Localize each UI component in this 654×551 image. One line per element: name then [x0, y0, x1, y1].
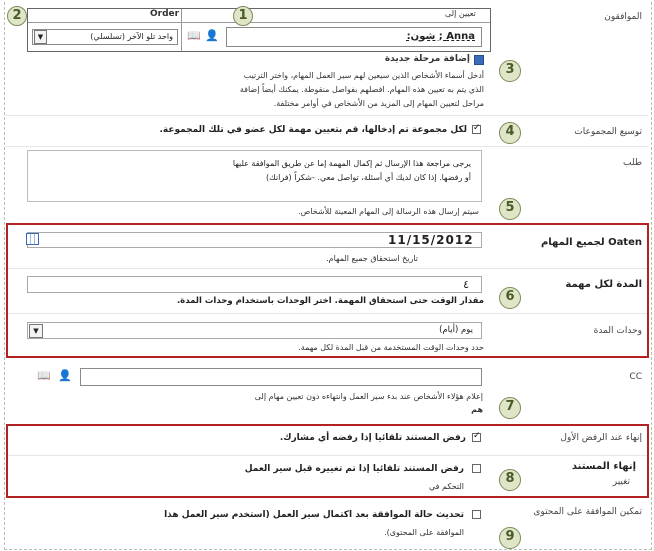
order-value: واحد تلو الآخر (تسلسلي): [90, 32, 173, 41]
duration-label: المدة لكل مهمة: [565, 279, 642, 290]
callout-4: 4: [499, 122, 521, 144]
calendar-icon[interactable]: [26, 233, 39, 245]
callout-2: 2: [7, 6, 27, 26]
end-on-change-checkbox[interactable]: [472, 464, 481, 473]
duration-hint: مقدار الوقت حتى استحقاق المهمة. اختر الو…: [176, 296, 484, 306]
content-approval-label: تمكين الموافقة على المحتوى: [533, 507, 642, 517]
duration-units-select[interactable]: يوم (أيام) ▼: [27, 322, 482, 339]
end-on-change-hint: التحكم في: [428, 482, 464, 491]
content-approval-checkbox[interactable]: [472, 510, 481, 519]
request-line: أو رفضها. إذا كان لديك أي أسئلة، تواصل م…: [266, 173, 471, 182]
order-select[interactable]: واحد تلو الآخر (تسلسلي) ▼: [32, 29, 178, 45]
check-names-icon[interactable]: 👤: [205, 29, 219, 42]
order-header: Order: [150, 9, 180, 19]
callout-6: 6: [499, 287, 521, 309]
callout-9: 9: [499, 527, 521, 549]
end-first-reject-text: رفض المستند تلقائيا إذا رفضه أي مشارك.: [279, 433, 466, 443]
request-label: طلب: [623, 158, 642, 168]
expand-groups-text: لكل مجموعة تم إدخالها، قم بتعيين مهمة لك…: [159, 125, 467, 135]
request-textarea[interactable]: يرجى مراجعة هذا الإرسال ثم إكمال المهمة …: [27, 150, 482, 202]
assignee-value: Anna ; شون:: [406, 31, 475, 42]
end-first-reject-checkbox[interactable]: [472, 431, 481, 442]
callout-5: 5: [499, 198, 521, 220]
due-date-label: Oaten لجميع المهام: [540, 237, 642, 248]
divider: [8, 313, 647, 314]
expand-groups-label: توسيع المجموعات: [574, 127, 642, 137]
callout-8: 8: [499, 469, 521, 491]
add-stage-icon[interactable]: [474, 55, 484, 65]
duration-units-value: يوم (أيام): [439, 325, 473, 335]
cc-label: CC: [629, 372, 642, 382]
end-on-change-text: رفض المستند تلقائيا إذا تم تغييره قبل سي…: [244, 464, 464, 474]
assign-to-input[interactable]: Anna ; شون:: [226, 27, 482, 47]
cc-hint-2: هم: [471, 405, 483, 414]
divider: [8, 268, 647, 269]
add-stage-link[interactable]: إضافة مرحلة جديدة: [385, 54, 470, 64]
cc-input[interactable]: [80, 368, 482, 386]
help-line: أدخل أسماء الأشخاص الذين سيعين لهم سير ا…: [243, 71, 484, 80]
end-on-change-label-1: إنهاء المستند: [571, 461, 636, 472]
duration-units-hint: حدد وحدات الوقت المستخدمة من قبل المدة ل…: [298, 343, 484, 352]
due-date-value: 11/15/2012: [388, 233, 474, 247]
content-approval-hint: الموافقة على المحتوى).: [384, 528, 464, 537]
assign-to-header: تعيين إلى: [445, 9, 476, 18]
due-date-input[interactable]: 11/15/2012: [27, 232, 482, 248]
divider: [8, 455, 647, 456]
cc-hint-1: إعلام هؤلاء الأشخاص عند بدء سير العمل وا…: [254, 392, 483, 401]
duration-units-label: وحدات المدة: [593, 326, 642, 336]
approvers-help: أدخل أسماء الأشخاص الذين سيعين لهم سير ا…: [164, 69, 484, 111]
callout-1: 1: [233, 6, 253, 26]
chevron-down-icon[interactable]: ▼: [29, 324, 43, 338]
check-names-icon[interactable]: 👤: [58, 369, 72, 382]
expand-groups-checkbox[interactable]: [472, 123, 481, 134]
content-approval-text: تحديث حالة الموافقة بعد اكتمال سير العمل…: [164, 510, 464, 520]
callout-3: 3: [499, 60, 521, 82]
duration-input[interactable]: ٤: [27, 276, 482, 293]
chevron-down-icon[interactable]: ▼: [34, 30, 47, 44]
divider: [5, 146, 649, 147]
duration-value: ٤: [463, 278, 469, 291]
address-book-icon[interactable]: 📖: [37, 369, 51, 382]
callout-7: 7: [499, 397, 521, 419]
divider: [5, 115, 649, 116]
end-on-change-label-2: تغيير: [612, 477, 630, 487]
help-line: مراحل لتعيين المهام إلى المزيد من الأشخا…: [273, 99, 484, 108]
help-line: الذي يتم به تعيين هذه المهام. افصلهم بفو…: [239, 85, 484, 94]
end-first-reject-label: إنهاء عند الرفض الأول: [560, 433, 642, 443]
approvers-label: الموافقون: [604, 12, 642, 22]
address-book-icon[interactable]: 📖: [187, 29, 201, 42]
request-hint: سيتم إرسال هذه الرسالة إلى المهام المعين…: [298, 207, 479, 216]
due-date-hint: تاريخ استحقاق جميع المهام.: [326, 254, 418, 263]
request-line: يرجى مراجعة هذا الإرسال ثم إكمال المهمة …: [232, 159, 471, 168]
